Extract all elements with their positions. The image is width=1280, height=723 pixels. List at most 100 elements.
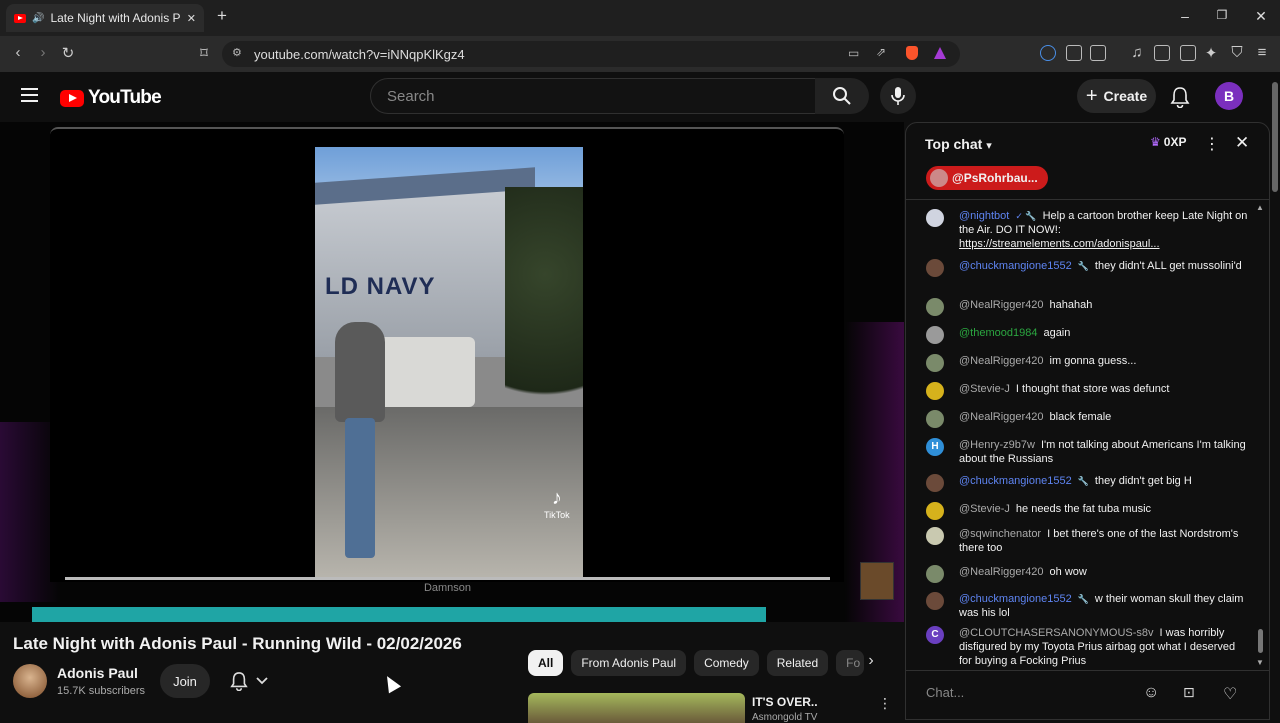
search-button[interactable] — [815, 78, 869, 114]
chat-avatar[interactable] — [926, 527, 944, 545]
chat-close-icon[interactable]: ✕ — [1235, 133, 1249, 153]
pinned-user-name: @PsRohrbau... — [952, 171, 1038, 185]
forward-arrow-icon[interactable]: › — [33, 44, 53, 61]
chat-username[interactable]: @NealRigger420 — [959, 566, 1044, 578]
chat-avatar[interactable] — [926, 209, 944, 227]
chip-all[interactable]: All — [528, 650, 564, 676]
video-title: Late Night with Adonis Paul - Running Wi… — [13, 634, 462, 653]
chat-avatar[interactable] — [926, 565, 944, 583]
chat-username[interactable]: @chuckmangione1552 — [959, 260, 1072, 272]
chat-username[interactable]: @NealRigger420 — [959, 355, 1044, 367]
url-bar[interactable]: ⚙ youtube.com/watch?v=iNNqpKlKgz4 ▭ ⇗ — [222, 41, 960, 67]
chat-avatar[interactable] — [926, 592, 944, 610]
chat-divider — [906, 199, 1271, 200]
brave-shield-icon[interactable] — [906, 46, 918, 60]
media-music-icon[interactable]: ♫ — [1127, 44, 1147, 61]
chat-username[interactable]: @chuckmangione1552 — [959, 475, 1072, 487]
minimize-button[interactable]: – — [1175, 8, 1195, 24]
plus-icon: + — [1085, 84, 1098, 107]
site-info-icon[interactable]: ⚙ — [232, 46, 242, 59]
search-placeholder: Search — [387, 87, 435, 105]
top-chat-dropdown[interactable]: Top chat ▾ — [925, 136, 992, 152]
extension-globe-icon[interactable] — [1040, 45, 1056, 61]
more-options-icon[interactable]: ⋮ — [878, 695, 892, 712]
search-input[interactable]: Search — [370, 78, 816, 114]
channel-avatar[interactable] — [13, 664, 47, 698]
chevron-right-icon[interactable]: › — [860, 652, 882, 674]
join-button[interactable]: Join — [160, 664, 210, 698]
voice-search-button[interactable] — [880, 78, 916, 114]
chat-message-body: @nightbot ✓ 🔧 Help a cartoon brother keep … — [959, 209, 1249, 251]
chat-avatar[interactable] — [926, 326, 944, 344]
chat-more-options-icon[interactable]: ⋮ — [1204, 134, 1220, 154]
chat-username[interactable]: @Henry-z9b7w — [959, 439, 1035, 451]
chat-avatar[interactable]: C — [926, 626, 944, 644]
clip-store-sign: LD NAVY — [325, 273, 436, 300]
chat-username[interactable]: @NealRigger420 — [959, 299, 1044, 311]
maximize-button[interactable]: ❐ — [1212, 8, 1232, 22]
chat-avatar[interactable] — [926, 474, 944, 492]
chat-username[interactable]: @chuckmangione1552 — [959, 593, 1072, 605]
super-chat-icon[interactable]: ⊡ — [1183, 684, 1195, 701]
emoji-icon[interactable]: ☺ — [1143, 684, 1159, 702]
notifications-bell-icon[interactable] — [1170, 86, 1190, 108]
new-tab-button[interactable]: + — [212, 6, 232, 26]
window-close-button[interactable]: ✕ — [1251, 8, 1271, 25]
video-player[interactable]: LD NAVY ♪ TikTok Damnson — [0, 122, 904, 622]
back-arrow-icon[interactable]: ‹ — [8, 44, 28, 61]
sidebar-icon[interactable] — [1154, 45, 1170, 61]
chat-username[interactable]: @nightbot — [959, 210, 1009, 222]
cast-icon[interactable]: ▭ — [848, 46, 859, 60]
youtube-logo[interactable]: YouTube — [60, 87, 162, 109]
chat-scroll-up-icon[interactable]: ▲ — [1256, 203, 1264, 212]
recommendation-title[interactable]: IT'S OVER.. — [752, 695, 818, 709]
hamburger-menu-icon[interactable] — [21, 88, 38, 102]
chat-input[interactable]: Chat... — [926, 685, 964, 700]
reload-icon[interactable]: ↻ — [58, 44, 78, 62]
browser-tab[interactable]: 🔊 Late Night with Adonis Paul - ✕ — [6, 4, 204, 32]
account-avatar[interactable]: B — [1215, 82, 1243, 110]
page-scrollbar[interactable] — [1270, 72, 1280, 720]
chat-link[interactable]: https://streamelements.com/adonispaul... — [959, 238, 1160, 250]
chat-avatar[interactable] — [926, 382, 944, 400]
chat-username[interactable]: @CLOUTCHASERSANONYMOUS-s8v — [959, 627, 1154, 639]
tab-close-icon[interactable]: ✕ — [187, 12, 196, 25]
extensions-puzzle-icon[interactable] — [1066, 45, 1082, 61]
browser-menu-icon[interactable]: ≡ — [1252, 44, 1272, 61]
wallet-icon[interactable] — [1180, 45, 1196, 61]
chip-comedy[interactable]: Comedy — [694, 650, 759, 676]
chat-username[interactable]: @Stevie-J — [959, 503, 1010, 515]
chat-scroll-down-icon[interactable]: ▼ — [1256, 658, 1264, 667]
chat-scrollbar[interactable] — [1258, 629, 1263, 653]
extension-box-icon[interactable] — [1090, 45, 1106, 61]
chat-avatar[interactable] — [926, 259, 944, 277]
channel-name[interactable]: Adonis Paul — [57, 665, 138, 681]
create-button[interactable]: + Create — [1077, 79, 1156, 113]
brave-rewards-icon[interactable] — [934, 47, 946, 59]
stream-ticker — [32, 607, 766, 622]
chat-message-body: @chuckmangione1552 🔧 w their woman skull t… — [959, 592, 1249, 620]
chat-message-body: @chuckmangione1552 🔧 they didn't get big H — [959, 474, 1249, 488]
xp-badge[interactable]: ♛ 0XP — [1150, 135, 1186, 149]
heart-icon[interactable]: ♡ — [1223, 684, 1237, 704]
subscription-bell-button[interactable] — [220, 664, 278, 698]
share-icon[interactable]: ⇗ — [876, 45, 886, 59]
chat-avatar[interactable] — [926, 298, 944, 316]
chat-username[interactable]: @Stevie-J — [959, 383, 1010, 395]
chat-username[interactable]: @themood1984 — [959, 327, 1037, 339]
chip-from-channel[interactable]: From Adonis Paul — [571, 650, 687, 676]
vpn-shield-icon[interactable]: ⛉ — [1227, 44, 1247, 61]
clip-person — [335, 322, 385, 562]
chat-avatar[interactable]: H — [926, 438, 944, 456]
pinned-user-chip[interactable]: @PsRohrbau... — [926, 166, 1048, 190]
chat-avatar[interactable] — [926, 354, 944, 372]
recommendation-channel[interactable]: Asmongold TV — [752, 712, 817, 723]
chip-related[interactable]: Related — [766, 650, 829, 676]
bookmark-icon[interactable]: ⌑ — [194, 44, 214, 62]
leo-ai-icon[interactable]: ✦ — [1201, 44, 1221, 62]
recommendation-thumbnail[interactable] — [528, 693, 745, 723]
chat-username[interactable]: @sqwinchenator — [959, 528, 1041, 540]
chat-username[interactable]: @NealRigger420 — [959, 411, 1044, 423]
chat-avatar[interactable] — [926, 502, 944, 520]
chat-avatar[interactable] — [926, 410, 944, 428]
